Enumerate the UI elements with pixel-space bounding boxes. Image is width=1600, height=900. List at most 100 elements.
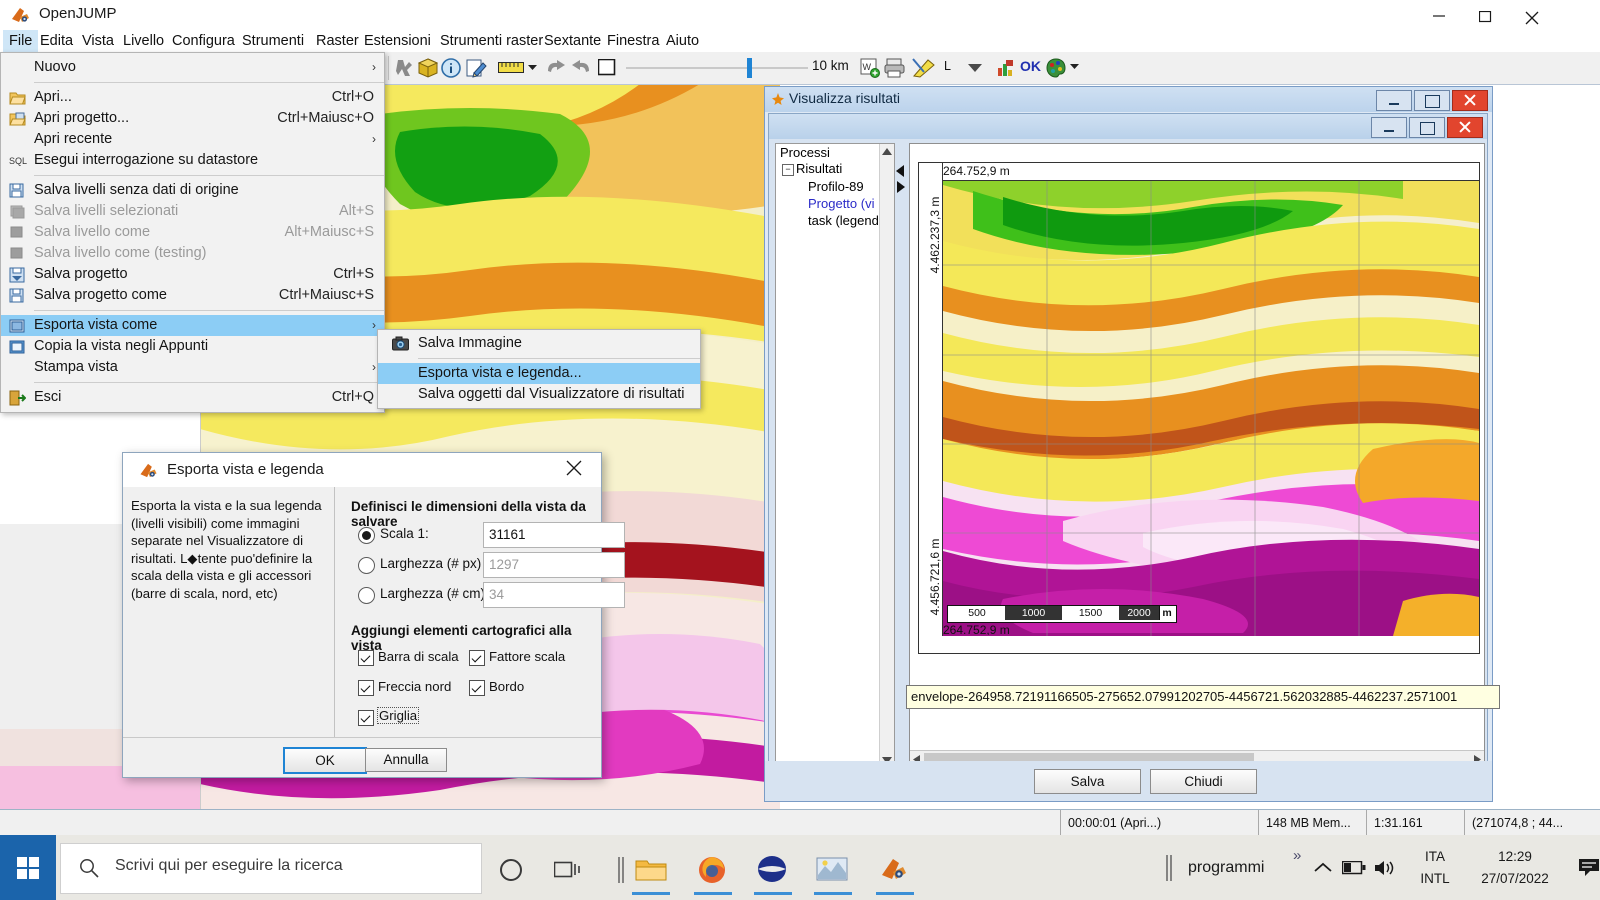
menu-item-salva-livello-come-testing[interactable]: Salva livello come (testing) xyxy=(1,243,384,264)
firefox-icon[interactable] xyxy=(688,843,738,895)
menu-item-apri[interactable]: Apri... Ctrl+O xyxy=(1,87,384,108)
clock-date[interactable]: 27/07/2022 xyxy=(1460,871,1570,886)
menubar-item-sextante[interactable]: Sextante xyxy=(538,30,607,52)
menubar-item-configura[interactable]: Configura xyxy=(166,30,241,52)
battery-icon[interactable] xyxy=(1342,861,1366,875)
submenu-item-esporta-vista-e-legenda[interactable]: Esporta vista e legenda... xyxy=(378,363,700,384)
measure-tool-icon[interactable] xyxy=(912,58,936,78)
zoom-box-icon[interactable] xyxy=(418,58,438,78)
results-window[interactable]: Visualizza risultati Processi − Risultat… xyxy=(764,86,1500,876)
menu-item-salva-livelli-senza-dati[interactable]: Salva livelli senza dati di origine xyxy=(1,180,384,201)
results-close-footer-button[interactable]: Chiudi xyxy=(1150,769,1257,794)
inner-close-button[interactable] xyxy=(1447,117,1483,138)
chevron-down-icon[interactable] xyxy=(528,65,537,71)
results-window-buttons[interactable] xyxy=(1374,90,1488,111)
radio-larghezza-cm[interactable] xyxy=(358,587,375,604)
redo-icon[interactable] xyxy=(570,59,592,77)
tree-expander-risultati[interactable]: − xyxy=(782,164,794,176)
results-inner-window-buttons[interactable] xyxy=(1369,117,1483,138)
start-button[interactable] xyxy=(0,835,56,900)
windows-taskbar[interactable]: Scrivi qui per eseguire la ricerca progr… xyxy=(0,835,1600,900)
edit-pen-icon[interactable] xyxy=(466,58,487,78)
select-feature-icon[interactable] xyxy=(394,58,414,78)
openjump-taskbar-icon[interactable] xyxy=(870,843,920,895)
tree-node-profilo[interactable]: Profilo-89 xyxy=(776,178,894,195)
clock-time[interactable]: 12:29 xyxy=(1460,849,1570,864)
menu-item-salva-progetto[interactable]: Salva progetto Ctrl+S xyxy=(1,264,384,285)
splitter-collapse-right-icon[interactable] xyxy=(896,181,905,193)
zoom-full-extent-icon[interactable] xyxy=(598,59,616,76)
results-inner-titlebar[interactable] xyxy=(769,114,1487,139)
show-hidden-icons-chevron-icon[interactable] xyxy=(1314,862,1332,874)
menu-item-salva-livello-come[interactable]: Salva livello come Alt+Maiusc+S xyxy=(1,222,384,243)
style-palette-icon[interactable] xyxy=(996,58,1016,78)
results-minimize-button[interactable] xyxy=(1376,90,1412,111)
checkbox-freccia-nord[interactable] xyxy=(358,680,374,696)
inner-maximize-button[interactable] xyxy=(1409,117,1445,138)
checkbox-fattore-scala[interactable] xyxy=(469,650,485,666)
layer-dropdown-icon[interactable] xyxy=(968,64,982,73)
results-splitter[interactable] xyxy=(895,143,907,767)
inner-minimize-button[interactable] xyxy=(1371,117,1407,138)
scroll-up-icon[interactable] xyxy=(882,148,892,155)
overflow-chevron-icon[interactable]: » xyxy=(1293,847,1301,864)
info-icon[interactable] xyxy=(441,58,461,78)
menu-item-nuovo[interactable]: Nuovo › xyxy=(1,57,384,78)
larghezza-cm-input[interactable]: 34 xyxy=(483,582,625,608)
menu-item-esci[interactable]: Esci Ctrl+Q xyxy=(1,387,384,408)
print-icon[interactable] xyxy=(884,58,906,78)
results-tree[interactable]: Processi − Risultati Profilo-89 Progetto… xyxy=(775,143,895,769)
checkbox-bordo[interactable] xyxy=(469,680,485,696)
window-close-button[interactable] xyxy=(1510,0,1556,30)
results-maximize-button[interactable] xyxy=(1414,90,1450,111)
programs-label[interactable]: programmi xyxy=(1188,859,1264,877)
menubar-item-raster[interactable]: Raster xyxy=(310,30,365,52)
menu-item-stampa-vista[interactable]: Stampa vista › xyxy=(1,357,384,378)
menubar-item-vista[interactable]: Vista xyxy=(76,30,120,52)
menubar-item-livello[interactable]: Livello xyxy=(117,30,170,52)
checkbox-griglia[interactable] xyxy=(358,710,374,726)
file-menu[interactable]: Nuovo › Apri... Ctrl+O Apri progetto... … xyxy=(0,52,385,413)
tree-node-processi[interactable]: Processi xyxy=(776,144,894,161)
menubar-item-finestra[interactable]: Finestra xyxy=(601,30,665,52)
export-view-legend-dialog[interactable]: Esporta vista e legenda Esporta la vista… xyxy=(122,452,625,778)
menubar-item-strumenti[interactable]: Strumenti xyxy=(236,30,310,52)
task-view-icon[interactable] xyxy=(546,843,596,895)
results-map-pane[interactable]: 264.752,9 m 4.462.237,3 m 4.456.721,6 m xyxy=(909,143,1485,769)
results-close-button[interactable] xyxy=(1452,90,1488,111)
dialog-close-button[interactable] xyxy=(565,459,589,481)
menu-item-esporta-vista-come[interactable]: Esporta vista come › xyxy=(1,315,384,336)
tree-node-progetto[interactable]: Progetto (vi xyxy=(776,195,894,212)
tree-node-task[interactable]: task (legend xyxy=(776,212,894,229)
submenu-item-salva-oggetti-visualizzatore[interactable]: Salva oggetti dal Visualizzatore di risu… xyxy=(378,384,700,405)
tree-node-risultati[interactable]: Risultati xyxy=(796,161,842,176)
menubar-item-aiuto[interactable]: Aiuto xyxy=(660,30,705,52)
results-window-titlebar[interactable]: Visualizza risultati xyxy=(765,87,1492,112)
menu-item-apri-recente[interactable]: Apri recente › xyxy=(1,129,384,150)
menubar-item-strumenti-raster[interactable]: Strumenti raster xyxy=(434,30,549,52)
taskbar-search-box[interactable]: Scrivi qui per eseguire la ricerca xyxy=(60,843,482,894)
action-center-icon[interactable] xyxy=(1578,858,1600,878)
larghezza-px-input[interactable]: 1297 xyxy=(483,552,625,578)
dialog-ok-button[interactable]: OK xyxy=(283,747,367,774)
app-map-icon[interactable] xyxy=(808,843,858,895)
menu-item-salva-livelli-selezionati[interactable]: Salva livelli selezionati Alt+S xyxy=(1,201,384,222)
menu-item-esegui-interrogazione[interactable]: SQL Esegui interrogazione su datastore xyxy=(1,150,384,171)
file-explorer-icon[interactable] xyxy=(626,843,676,895)
palette-dropdown-icon[interactable] xyxy=(1070,64,1079,70)
volume-icon[interactable] xyxy=(1374,859,1396,877)
menu-item-salva-progetto-come[interactable]: Salva progetto come Ctrl+Maiusc+S xyxy=(1,285,384,306)
system-tray[interactable]: programmi » ITA INTL 12:29 27/07/2022 xyxy=(1160,835,1600,900)
tree-vertical-scrollbar[interactable] xyxy=(879,144,894,768)
splitter-collapse-left-icon[interactable] xyxy=(896,165,905,177)
dialog-cancel-button[interactable]: Annulla xyxy=(365,748,447,772)
radio-larghezza-px[interactable] xyxy=(358,557,375,574)
measure-ruler-icon[interactable] xyxy=(498,60,524,75)
add-wms-icon[interactable]: W xyxy=(860,58,880,78)
results-save-button[interactable]: Salva xyxy=(1034,769,1141,794)
scala-input[interactable]: 31161 xyxy=(483,522,625,548)
zoom-slider-handle[interactable] xyxy=(747,58,752,78)
menu-item-apri-progetto[interactable]: Apri progetto... Ctrl+Maiusc+O xyxy=(1,108,384,129)
menu-item-copia-vista-appunti[interactable]: Copia la vista negli Appunti xyxy=(1,336,384,357)
window-minimize-button[interactable] xyxy=(1418,0,1464,30)
